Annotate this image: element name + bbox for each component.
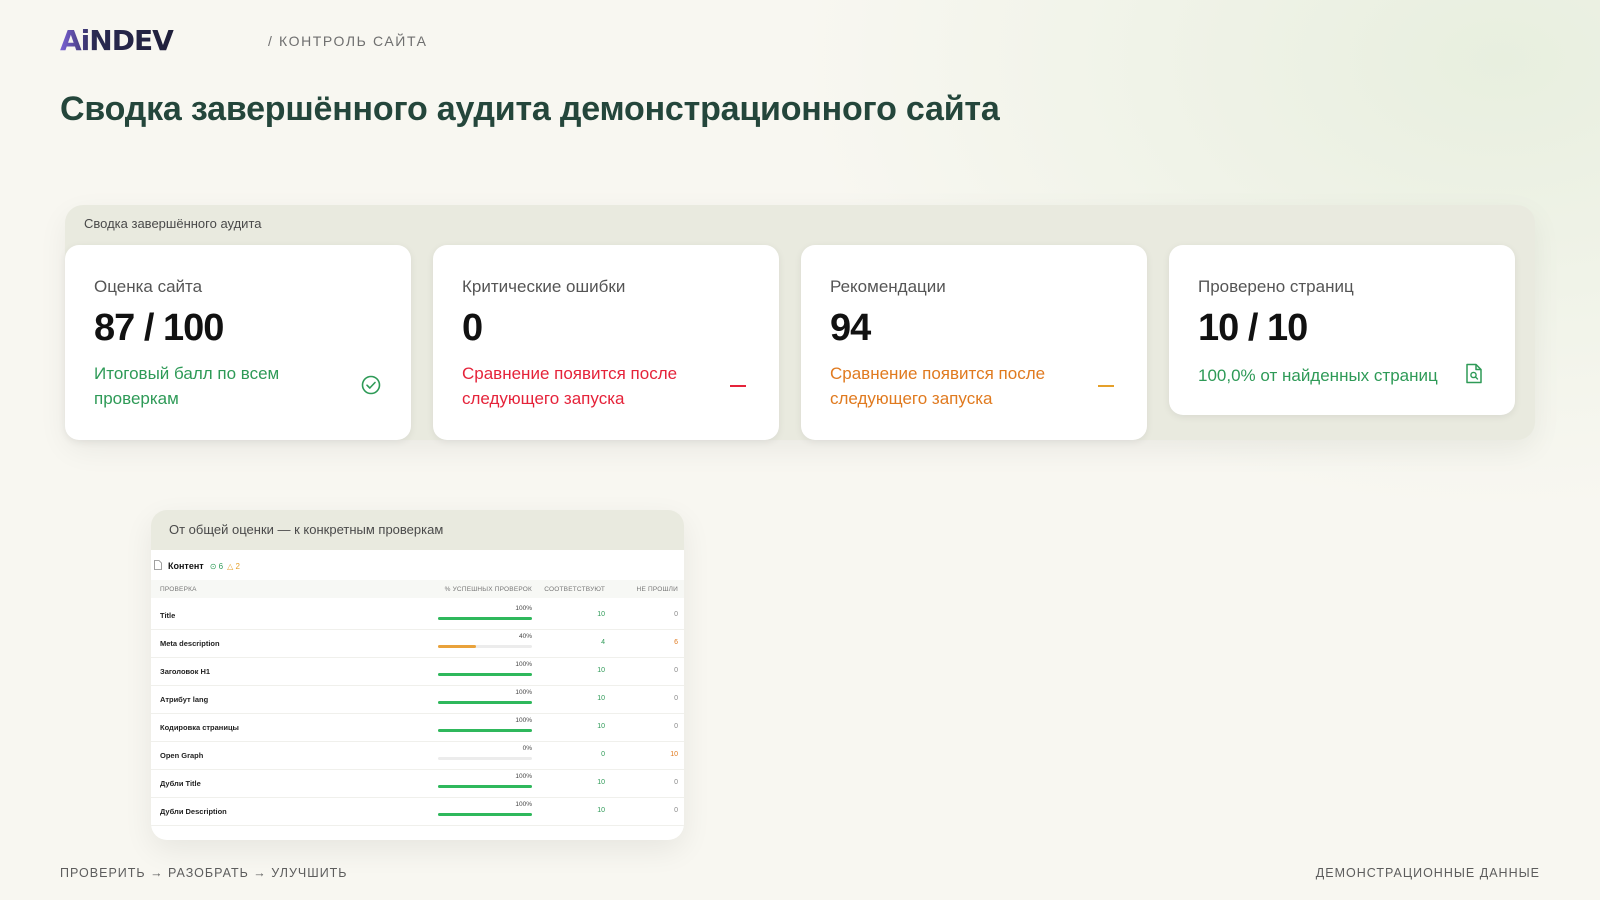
card-value: 94	[830, 307, 871, 349]
table-row[interactable]: Заголовок H1 100% 10 0	[151, 658, 684, 686]
progress-bar	[438, 813, 532, 816]
score-card[interactable]: Оценка сайта 87 / 100 Итоговый балл по в…	[65, 245, 411, 440]
match-count: 0	[601, 751, 605, 758]
column-header-check: Проверка	[160, 586, 197, 593]
progress-fill	[438, 673, 532, 676]
document-search-icon	[1465, 363, 1483, 389]
percent-label: 100%	[515, 801, 532, 808]
progress-bar	[438, 645, 532, 648]
dash-icon	[1098, 385, 1114, 387]
footer-demo-note: ДЕМОНСТРАЦИОННЫЕ ДАННЫЕ	[1315, 866, 1540, 880]
card-title: Оценка сайта	[94, 277, 203, 296]
checks-preview-panel: От общей оценки — к конкретным проверкам…	[151, 510, 684, 840]
progress-bar	[438, 757, 532, 760]
column-header-fail: Не прошли	[636, 586, 678, 593]
fail-count: 10	[670, 751, 678, 758]
warn-count: 2	[235, 561, 240, 571]
section-name: Контент	[168, 561, 204, 571]
svg-text:AiNDEV: AiNDEV	[60, 26, 174, 54]
fail-count: 0	[674, 695, 678, 702]
checks-table: Контент ⊙ 6 △ 2 Проверка % успешных пров…	[151, 550, 684, 840]
progress-bar	[438, 729, 532, 732]
percent-label: 0%	[522, 745, 532, 752]
card-title: Проверено страниц	[1198, 277, 1354, 296]
progress-fill	[438, 813, 532, 816]
fail-count: 6	[674, 639, 678, 646]
column-header-percent: % успешных проверок	[444, 586, 532, 593]
progress-bar	[438, 701, 532, 704]
section-header[interactable]: Контент ⊙ 6 △ 2	[154, 560, 240, 572]
panel-label: Сводка завершённого аудита	[84, 216, 262, 231]
table-row[interactable]: Кодировка страницы 100% 10 0	[151, 714, 684, 742]
progress-fill	[438, 645, 476, 648]
page-title: Сводка завершённого аудита демонстрацион…	[60, 90, 1000, 128]
breadcrumb: / КОНТРОЛЬ САЙТА	[268, 33, 428, 49]
fail-count: 0	[674, 807, 678, 814]
card-value: 10 / 10	[1198, 307, 1308, 349]
preview-label: От общей оценки — к конкретным проверкам	[169, 522, 444, 537]
card-value: 0	[462, 307, 483, 349]
percent-label: 100%	[515, 773, 532, 780]
check-name: Заголовок H1	[160, 667, 211, 676]
match-count: 10	[597, 807, 605, 814]
match-count: 10	[597, 779, 605, 786]
fail-count: 0	[674, 779, 678, 786]
match-count: 10	[597, 723, 605, 730]
card-note: 100,0% от найденных страниц	[1198, 366, 1438, 385]
progress-bar	[438, 673, 532, 676]
progress-fill	[438, 701, 532, 704]
card-title: Рекомендации	[830, 277, 946, 296]
card-note: Сравнение появится после следующего запу…	[830, 364, 1046, 408]
check-name: Дубли Description	[160, 807, 227, 816]
progress-fill	[438, 785, 532, 788]
table-row[interactable]: Дубли Title 100% 10 0	[151, 770, 684, 798]
table-row[interactable]: Title 100% 10 0	[151, 602, 684, 630]
ok-count: 6	[218, 561, 224, 571]
percent-label: 100%	[515, 689, 532, 696]
aindev-logo-icon: AiNDEV	[60, 26, 175, 54]
fail-count: 0	[674, 667, 678, 674]
header: AiNDEV / КОНТРОЛЬ САЙТА	[60, 26, 428, 54]
progress-bar	[438, 617, 532, 620]
check-name: Title	[160, 611, 176, 620]
card-value: 87 / 100	[94, 307, 224, 349]
percent-label: 100%	[515, 661, 532, 668]
check-name: Meta description	[160, 639, 220, 648]
card-note: Сравнение появится после следующего запу…	[462, 364, 678, 408]
column-header-match: Соответствуют	[544, 586, 605, 593]
match-count: 4	[601, 639, 605, 646]
dash-icon	[730, 385, 746, 387]
footer-steps: ПРОВЕРИТЬ → РАЗОБРАТЬ → УЛУЧШИТЬ	[60, 866, 348, 880]
check-name: Дубли Title	[160, 779, 201, 788]
progress-fill	[438, 617, 532, 620]
match-count: 10	[597, 611, 605, 618]
critical-errors-card[interactable]: Критические ошибки 0 Сравнение появится …	[433, 245, 779, 440]
card-note: Итоговый балл по всем проверкам	[94, 364, 280, 408]
fail-count: 0	[674, 723, 678, 730]
percent-label: 100%	[515, 605, 532, 612]
pages-checked-card[interactable]: Проверено страниц 10 / 10 100,0% от найд…	[1169, 245, 1515, 415]
audit-summary-panel: Сводка завершённого аудита Оценка сайта …	[65, 205, 1535, 440]
match-count: 10	[597, 695, 605, 702]
card-title: Критические ошибки	[462, 277, 626, 296]
table-row[interactable]: Атрибут lang 100% 10 0	[151, 686, 684, 714]
progress-bar	[438, 785, 532, 788]
table-row[interactable]: Meta description 40% 4 6	[151, 630, 684, 658]
match-count: 10	[597, 667, 605, 674]
progress-fill	[438, 729, 532, 732]
percent-label: 100%	[515, 717, 532, 724]
check-name: Кодировка страницы	[160, 723, 239, 732]
check-name: Open Graph	[160, 751, 204, 760]
percent-label: 40%	[518, 633, 532, 640]
table-row[interactable]: Open Graph 0% 0 10	[151, 742, 684, 770]
check-circle-icon	[361, 375, 381, 400]
ok-count-badge: ⊙ 6	[209, 561, 224, 571]
recommendations-card[interactable]: Рекомендации 94 Сравнение появится после…	[801, 245, 1147, 440]
document-icon	[154, 560, 162, 572]
warn-count-badge: △ 2	[227, 561, 240, 571]
table-row[interactable]: Дубли Description 100% 10 0	[151, 798, 684, 826]
fail-count: 0	[674, 611, 678, 618]
check-name: Атрибут lang	[160, 695, 209, 704]
aindev-logo[interactable]: AiNDEV	[60, 26, 240, 54]
